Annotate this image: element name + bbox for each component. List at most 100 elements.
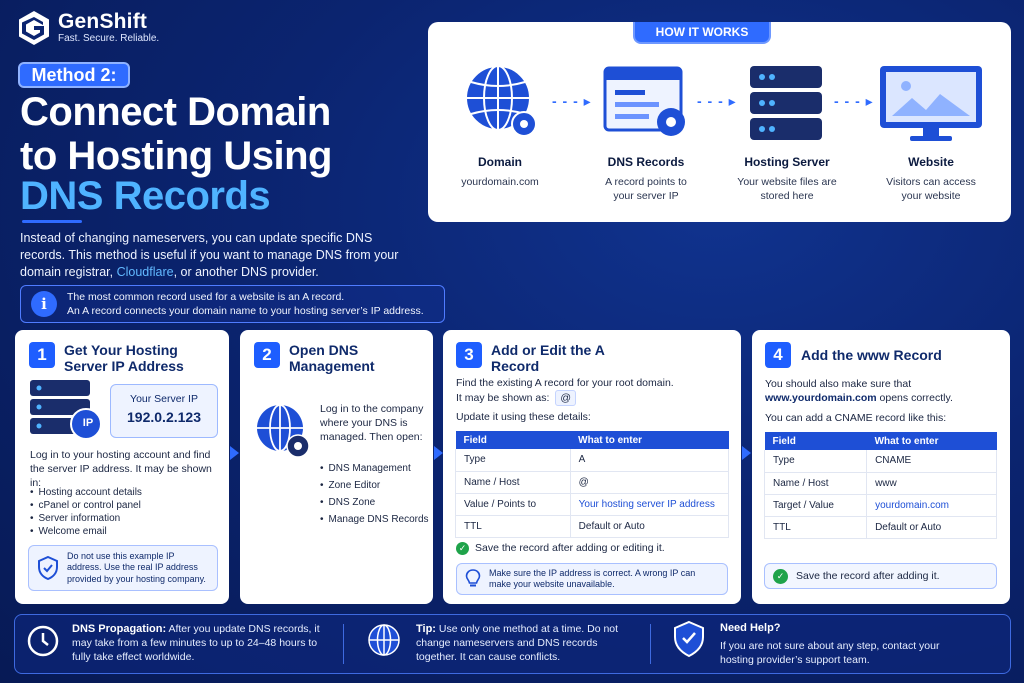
- list-item: DNS Zone: [320, 494, 429, 511]
- table-cell: Name / Host: [455, 471, 571, 494]
- table-header: What to enter: [570, 431, 729, 449]
- cname-record-table: Field What to enter Type CNAME Name / Ho…: [763, 432, 997, 539]
- step-1-number: 1: [29, 342, 55, 368]
- table-cell: Default or Auto: [570, 515, 730, 538]
- table-cell: www: [866, 472, 997, 495]
- server-ip-icon: [30, 380, 102, 440]
- step-4-save-text: Save the record after adding it.: [796, 570, 940, 582]
- flow-title-hosting: Hosting Server: [744, 155, 830, 169]
- info-line-2: An A record connects your domain name to…: [67, 305, 424, 317]
- shield-check-icon: [38, 556, 58, 580]
- flow-title-domain: Domain: [477, 155, 522, 169]
- flow-sub-hosting: Your website files are stored here: [737, 176, 837, 202]
- shield-help-icon: [674, 620, 704, 658]
- step-3-tip: Make sure the IP address is correct. A w…: [456, 563, 728, 595]
- method-badge: Method 2:: [18, 62, 130, 88]
- table-row: Name / Host www: [763, 472, 997, 495]
- step-arrow-1: [230, 446, 239, 460]
- how-it-works-badge: HOW IT WORKS: [633, 22, 771, 44]
- table-row: Type CNAME: [763, 450, 997, 473]
- cloudflare-link: Cloudflare: [116, 265, 174, 279]
- list-item: Manage DNS Records: [320, 511, 429, 528]
- globe-icon: [465, 65, 537, 137]
- divider: [343, 624, 344, 664]
- tip-title: Tip:: [416, 623, 436, 635]
- info-line-1: The most common record used for a websit…: [67, 291, 345, 303]
- step-4-text-1: You should also make sure that: [765, 378, 912, 390]
- step-3-text-1: Find the existing A record for your root…: [456, 377, 674, 389]
- check-icon: ✓: [456, 541, 469, 555]
- table-cell: TTL: [763, 516, 868, 539]
- flow-title-website: Website: [908, 155, 954, 169]
- table-row: Name / Host @: [455, 471, 730, 494]
- table-cell: CNAME: [866, 450, 997, 473]
- table-cell: Type: [763, 450, 868, 473]
- list-item: cPanel or control panel: [30, 499, 142, 512]
- genshift-logo-icon: [19, 11, 49, 45]
- step-3-tip-text: Make sure the IP address is correct. A w…: [489, 567, 696, 590]
- flow-sub-dns: A record points to your server IP: [605, 176, 687, 202]
- propagation-title: DNS Propagation:: [72, 623, 167, 635]
- table-cell: Value / Points to: [455, 493, 571, 516]
- step-3-text-3: Update it using these details:: [456, 411, 591, 423]
- step-1-warning: Do not use this example IP address. Use …: [28, 545, 218, 591]
- flow-title-dns: DNS Records: [607, 155, 685, 169]
- tip-note: Tip: Use only one method at a time. Do n…: [416, 622, 636, 664]
- www-domain: www.yourdomain.com: [765, 392, 877, 404]
- list-item: DNS Management: [320, 460, 429, 477]
- table-cell: Type: [455, 449, 571, 472]
- step-2-title: Open DNS Management: [289, 342, 375, 374]
- step-1-title: Get Your Hosting Server IP Address: [64, 342, 184, 374]
- brand-tagline: Fast. Secure. Reliable.: [58, 33, 160, 44]
- step-4-save-note: ✓ Save the record after adding it.: [764, 563, 997, 589]
- page-title-line-2: to Hosting Using: [20, 134, 332, 178]
- globe-tip-icon: [368, 624, 400, 656]
- step-1-text: Log in to your hosting account and find …: [30, 449, 212, 489]
- website-monitor-icon: [880, 66, 982, 141]
- step-arrow-2: [434, 446, 443, 460]
- step-2-number: 2: [254, 342, 280, 368]
- globe-settings-icon: [257, 404, 310, 458]
- table-row: TTL Default or Auto: [763, 516, 997, 539]
- page-title-line-3: DNS Records: [20, 174, 271, 218]
- at-symbol-chip: @: [555, 390, 576, 406]
- table-row: Type A: [455, 449, 730, 472]
- list-item: Hosting account details: [30, 486, 142, 499]
- ip-badge: IP: [82, 417, 94, 429]
- table-cell: A: [570, 449, 730, 472]
- step-2-text: Log in to the company where your DNS is …: [320, 403, 424, 443]
- list-item: Server information: [30, 512, 142, 525]
- brand-name: GenShift: [58, 10, 148, 33]
- step-4-text-2: www.yourdomain.com opens correctly.: [765, 391, 1001, 405]
- dns-records-icon: [603, 66, 685, 136]
- flow-sub-website: Visitors can access your website: [886, 176, 976, 202]
- step-arrow-3: [742, 446, 751, 460]
- brand: GenShift Fast. Secure. Reliable.: [18, 10, 159, 46]
- table-cell: yourdomain.com: [866, 494, 997, 517]
- flow-sub-domain: yourdomain.com: [461, 176, 539, 188]
- server-icon: [750, 66, 822, 140]
- clock-icon: [27, 625, 59, 657]
- table-cell: Target / Value: [763, 494, 868, 517]
- step-4-number: 4: [765, 342, 791, 368]
- step-3-save-text: Save the record after adding or editing …: [475, 542, 665, 554]
- flow-arrow-1: - - - ▸: [552, 93, 592, 109]
- a-record-table: Field What to enter Type A Name / Host @…: [455, 431, 730, 538]
- page-title-line-1: Connect Domain: [20, 90, 331, 134]
- title-underline: [22, 220, 82, 223]
- help-text: If you are not sure about any step, cont…: [720, 640, 940, 666]
- table-header: What to enter: [866, 432, 997, 450]
- step-2-list: DNS Management Zone Editor DNS Zone Mana…: [320, 460, 429, 528]
- tip-text: Use only one method at a time. Do not ch…: [416, 623, 619, 663]
- flow-arrow-2: - - - ▸: [697, 93, 737, 109]
- help-title: Need Help?: [720, 622, 781, 634]
- step-3-text-2-label: It may be shown as:: [456, 392, 550, 404]
- info-callout: i The most common record used for a webs…: [20, 285, 445, 323]
- table-cell: @: [570, 471, 730, 494]
- table-cell: TTL: [455, 515, 571, 538]
- server-ip-box: Your Server IP 192.0.2.123: [110, 384, 218, 438]
- server-ip-value: 192.0.2.123: [127, 409, 201, 425]
- step-1-warning-text: Do not use this example IP address. Use …: [67, 550, 206, 584]
- table-row: Target / Value yourdomain.com: [763, 494, 997, 517]
- table-header: Field: [455, 431, 571, 449]
